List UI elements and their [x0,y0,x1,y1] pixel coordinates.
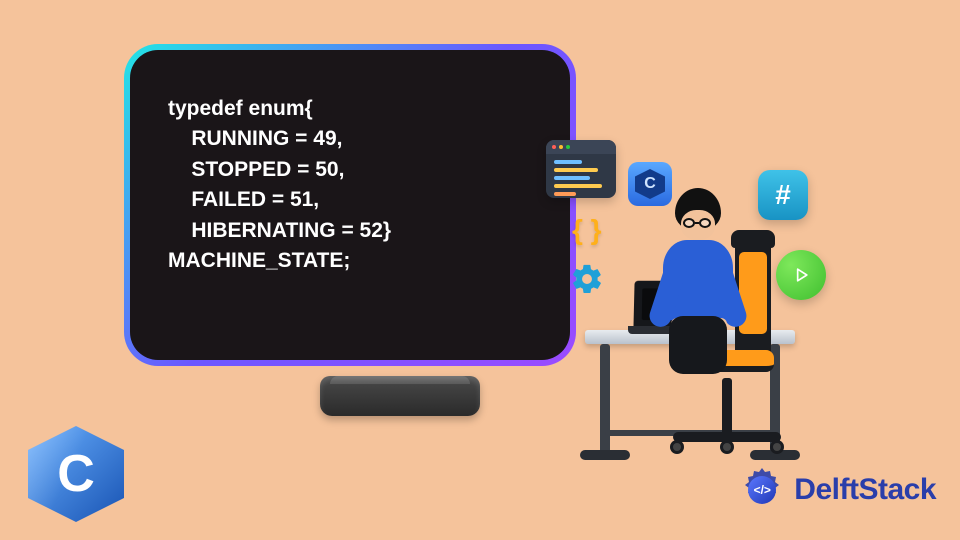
brand-mark: </> DelftStack [738,466,936,514]
brand-logo-text: </> [754,483,771,497]
developer-illustration [635,188,755,448]
gear-icon [570,262,604,296]
person-legs [669,316,727,374]
code-line-6: MACHINE_STATE; [168,249,350,272]
screen-stand [320,376,480,416]
c-language-logo-icon: C [28,426,124,522]
hash-icon: # [758,170,808,220]
brand-name: DelftStack [794,473,936,507]
window-close-dot [552,145,556,149]
desk-foot-left [580,450,630,460]
window-max-dot [566,145,570,149]
window-min-dot [559,145,563,149]
code-line-3: STOPPED = 50, [168,158,344,181]
code-line-4: FAILED = 51, [168,188,319,211]
desk-leg-left [600,344,610,454]
brand-logo: </> [738,466,786,514]
chair-wheel [770,440,784,454]
editor-lines [546,154,616,202]
glasses-icon [683,218,713,228]
code-line-1: typedef enum{ [168,97,313,120]
code-line-2: RUNNING = 49, [168,127,342,150]
code-line-5: HIBERNATING = 52} [168,219,391,242]
hash-symbol: # [775,179,791,211]
play-triangle-icon [791,265,811,285]
braces-symbol: { } [572,214,602,245]
code-editor-icon [546,140,616,198]
code-display-screen: typedef enum{ RUNNING = 49, STOPPED = 50… [130,50,570,360]
play-icon [776,250,826,300]
c-logo-letter: C [57,444,95,504]
editor-titlebar [546,140,616,154]
code-block: typedef enum{ RUNNING = 49, STOPPED = 50… [168,94,532,277]
braces-icon: { } [572,214,602,246]
